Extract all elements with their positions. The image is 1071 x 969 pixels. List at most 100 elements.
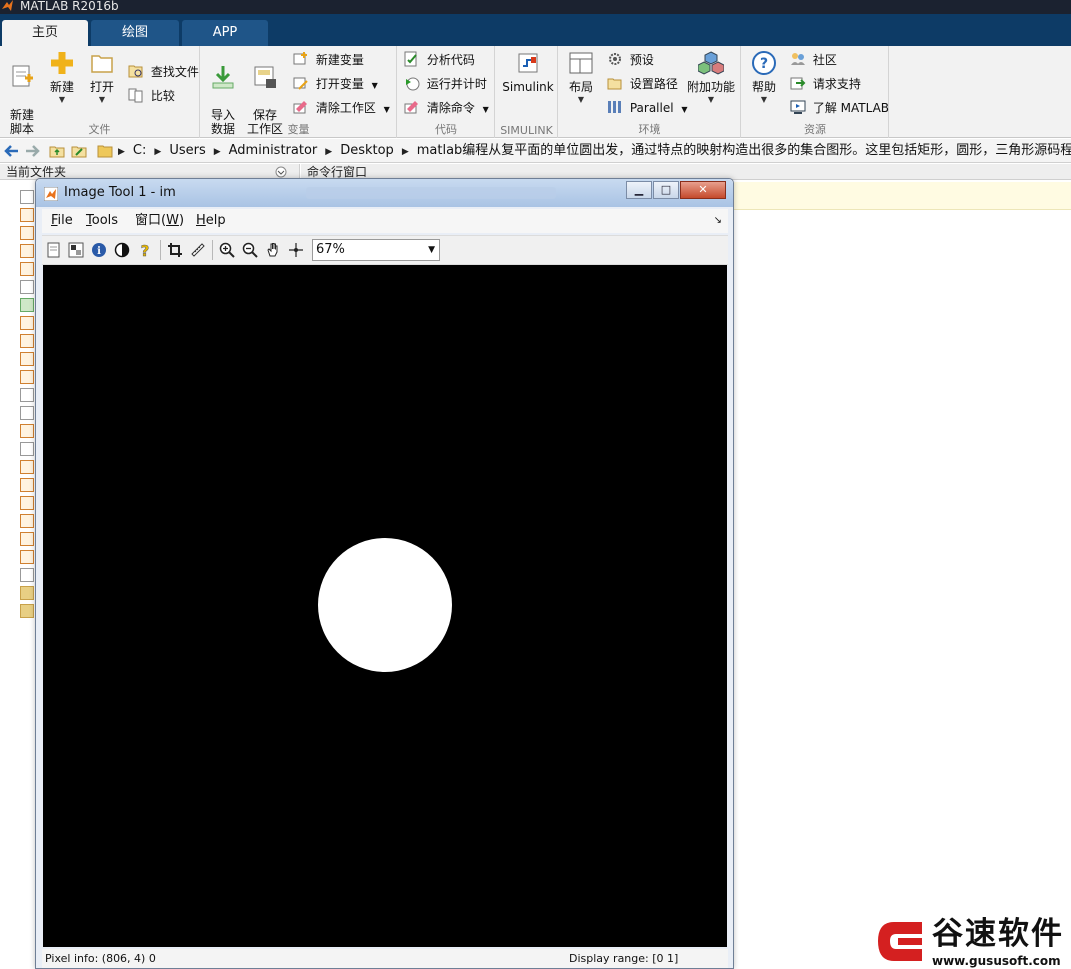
learn-matlab-button[interactable]: 了解 MATLAB <box>790 98 889 118</box>
ribbon-group-file: 新建 脚本 新建 ▼ 打开 ▼ 查找文件 比较 文件 <box>0 46 200 138</box>
m-file-icon[interactable] <box>20 514 34 528</box>
folder-icon[interactable] <box>20 604 34 618</box>
run-and-time-icon <box>406 77 420 91</box>
m-file-icon[interactable] <box>20 478 34 492</box>
request-support-button[interactable]: 请求支持 <box>790 74 861 94</box>
find-files-button[interactable]: 查找文件 <box>128 62 199 82</box>
pan-hand-icon[interactable] <box>265 242 281 258</box>
open-variable-button[interactable]: 打开变量 ▼ <box>293 74 378 94</box>
pixel-region-icon[interactable] <box>68 242 84 258</box>
menu-file[interactable]: File <box>51 209 73 233</box>
file-icon[interactable] <box>20 568 34 582</box>
figure-file-icon[interactable] <box>20 298 34 312</box>
file-icon[interactable] <box>20 406 34 420</box>
parallel-icon <box>608 101 621 113</box>
tab-plots[interactable]: 绘图 <box>91 20 179 46</box>
close-button[interactable]: ✕ <box>680 181 726 199</box>
breadcrumb-item[interactable]: Desktop <box>340 143 394 158</box>
simulink-icon <box>518 53 538 73</box>
open-folder-icon <box>91 55 113 73</box>
m-file-icon[interactable] <box>20 262 34 276</box>
file-icon[interactable] <box>20 190 34 204</box>
run-and-time-button[interactable]: 运行并计时 <box>404 74 487 94</box>
chevron-down-icon: ▼ <box>383 105 390 114</box>
breadcrumb-separator-icon: ▶ <box>325 147 333 157</box>
image-tool-title: Image Tool 1 - im <box>64 185 176 200</box>
maximize-button[interactable]: □ <box>653 181 679 199</box>
m-file-icon[interactable] <box>20 316 34 330</box>
find-files-label: 查找文件 <box>150 65 199 79</box>
breadcrumb-item[interactable]: Users <box>169 143 205 158</box>
m-file-icon[interactable] <box>20 550 34 564</box>
analyze-code-button[interactable]: 分析代码 <box>404 50 475 70</box>
m-file-icon[interactable] <box>20 424 34 438</box>
m-file-icon[interactable] <box>20 532 34 546</box>
m-file-icon[interactable] <box>20 352 34 366</box>
m-file-icon[interactable] <box>20 226 34 240</box>
zoom-level-select[interactable]: 67% ▼ <box>312 239 440 261</box>
tab-apps[interactable]: APP <box>182 20 268 46</box>
menu-dock-arrow-icon[interactable]: ↘ <box>714 209 722 233</box>
clear-commands-button[interactable]: 清除命令 ▼ <box>404 98 489 118</box>
set-path-button[interactable]: 设置路径 <box>607 74 678 94</box>
m-file-icon[interactable] <box>20 244 34 258</box>
help-button[interactable]: ? 帮助 ▼ <box>744 50 784 104</box>
run-and-time-label: 运行并计时 <box>426 77 487 91</box>
breadcrumb-item[interactable]: matlab编程从复平面的单位圆出发，通过特点的映射构造出很多的集合图形。这里包… <box>417 143 1071 158</box>
image-display <box>43 265 727 947</box>
forward-arrow-icon[interactable] <box>25 143 41 159</box>
file-icon[interactable] <box>20 280 34 294</box>
breadcrumb-item[interactable]: C: <box>133 143 146 158</box>
current-folder-address-bar: ▶ C: ▶ Users ▶ Administrator ▶ Desktop ▶ matlab编程… <box>0 139 1071 163</box>
menu-window[interactable]: 窗口(W) <box>135 209 184 233</box>
up-folder-icon[interactable] <box>49 143 65 159</box>
minimize-button[interactable]: ▁ <box>626 181 652 199</box>
m-file-icon[interactable] <box>20 460 34 474</box>
community-button[interactable]: 社区 <box>790 50 837 70</box>
parallel-button[interactable]: Parallel ▼ <box>607 98 688 118</box>
menu-help[interactable]: Help <box>196 209 226 233</box>
m-file-icon[interactable] <box>20 370 34 384</box>
zoom-in-icon[interactable] <box>219 242 235 258</box>
tab-home[interactable]: 主页 <box>2 20 88 46</box>
simulink-button[interactable]: Simulink <box>500 50 556 94</box>
addons-cubes-icon <box>698 51 724 75</box>
info-icon[interactable]: i <box>91 242 107 258</box>
menu-tools[interactable]: Tools <box>86 209 118 233</box>
m-file-icon[interactable] <box>20 334 34 348</box>
new-figure-icon[interactable] <box>46 242 62 258</box>
open-button[interactable]: 打开 ▼ <box>82 50 122 104</box>
compare-button[interactable]: 比较 <box>128 86 175 106</box>
svg-text:?: ? <box>141 242 150 258</box>
image-tool-title-bar[interactable]: Image Tool 1 - im ▁ □ ✕ <box>36 179 733 207</box>
ruler-icon[interactable] <box>190 242 206 258</box>
file-icon[interactable] <box>20 442 34 456</box>
image-display-canvas[interactable] <box>43 265 727 947</box>
breadcrumb-item[interactable]: Administrator <box>229 143 318 158</box>
help-icon[interactable]: ? <box>137 242 153 258</box>
clear-workspace-button[interactable]: 清除工作区 ▼ <box>293 98 390 118</box>
data-cursor-icon[interactable] <box>288 242 304 258</box>
new-variable-button[interactable]: 新建变量 <box>293 50 364 70</box>
browse-folder-icon[interactable] <box>71 143 87 159</box>
zoom-out-icon[interactable] <box>242 242 258 258</box>
file-icon[interactable] <box>20 388 34 402</box>
svg-text:i: i <box>97 246 101 257</box>
set-path-icon <box>607 78 622 90</box>
breadcrumb-separator-icon: ▶ <box>118 147 125 157</box>
m-file-icon[interactable] <box>20 496 34 510</box>
save-workspace-icon <box>254 66 276 88</box>
addons-button[interactable]: 附加功能 ▼ <box>687 50 735 104</box>
folder-icon[interactable] <box>20 586 34 600</box>
back-arrow-icon[interactable] <box>3 143 19 159</box>
preferences-button[interactable]: 预设 <box>607 50 654 70</box>
m-file-icon[interactable] <box>20 208 34 222</box>
white-disk-shape <box>318 538 452 672</box>
image-tool-status-bar: Pixel info: (806, 4) 0 Display range: [0… <box>42 949 728 968</box>
clear-commands-label: 清除命令 <box>426 101 475 115</box>
new-button[interactable]: 新建 ▼ <box>42 50 82 104</box>
contrast-icon[interactable] <box>114 242 130 258</box>
crop-icon[interactable] <box>167 242 183 258</box>
panel-options-icon[interactable] <box>275 166 287 178</box>
layout-button[interactable]: 布局 ▼ <box>561 50 601 104</box>
